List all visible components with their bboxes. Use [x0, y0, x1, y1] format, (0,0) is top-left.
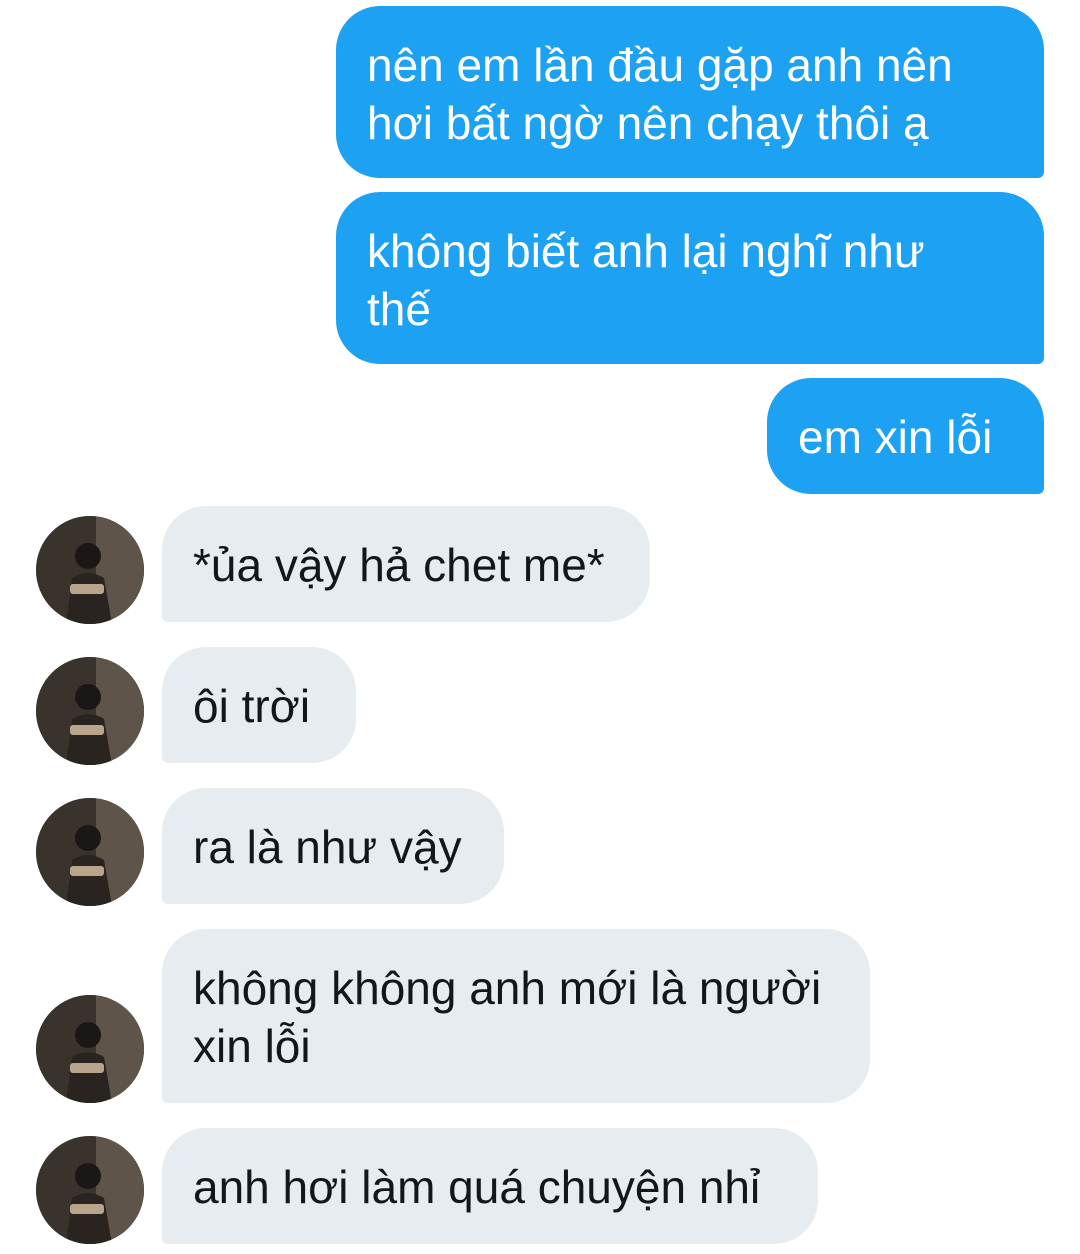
avatar-photo-icon	[36, 516, 144, 624]
incoming-message[interactable]: *ủa vậy hả chet me*	[162, 506, 650, 622]
sender-avatar[interactable]	[36, 657, 144, 765]
avatar-photo-icon	[36, 995, 144, 1103]
avatar-photo-icon	[36, 1136, 144, 1244]
outgoing-message[interactable]: em xin lỗi	[767, 378, 1044, 494]
incoming-message[interactable]: ra là như vậy	[162, 788, 504, 904]
avatar-photo-icon	[36, 657, 144, 765]
incoming-message[interactable]: không không anh mới là người xin lỗi	[162, 929, 870, 1103]
sender-avatar[interactable]	[36, 1136, 144, 1244]
outgoing-message[interactable]: nên em lần đầu gặp anh nên hơi bất ngờ n…	[336, 6, 1044, 178]
sender-avatar[interactable]	[36, 798, 144, 906]
incoming-message[interactable]: ôi trời	[162, 647, 356, 763]
sender-avatar[interactable]	[36, 995, 144, 1103]
sender-avatar[interactable]	[36, 516, 144, 624]
avatar-photo-icon	[36, 798, 144, 906]
incoming-message[interactable]: anh hơi làm quá chuyện nhỉ	[162, 1128, 818, 1244]
outgoing-message[interactable]: không biết anh lại nghĩ như thế	[336, 192, 1044, 364]
